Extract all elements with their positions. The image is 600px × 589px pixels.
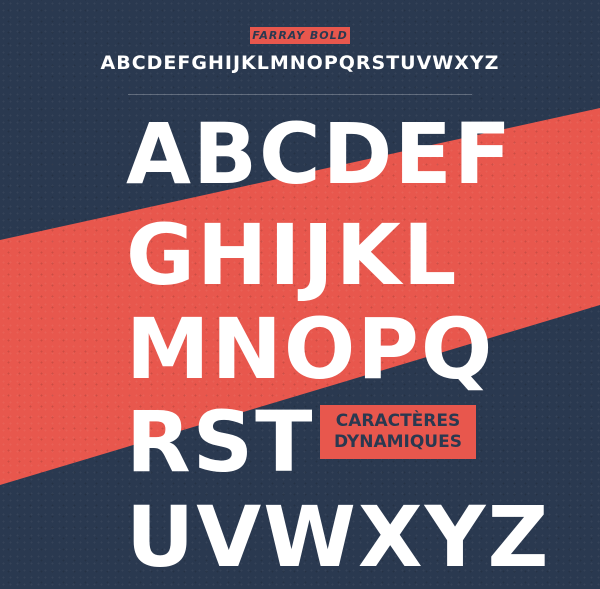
glyph-row-4: RST <box>126 393 315 491</box>
glyph-row-3: MNOPQ <box>126 300 495 398</box>
caption-line-2: DYNAMIQUES <box>334 432 462 452</box>
glyph-row-2: GHIJKL <box>126 206 459 304</box>
caption-line-1: CARACTÈRES <box>335 411 461 431</box>
caption-badge: CARACTÈRES DYNAMIQUES <box>320 405 476 459</box>
font-specimen-poster: FARRAY BOLD ABCDEFGHIJKLMNOPQRSTUVWXYZ A… <box>0 0 600 589</box>
divider-rule <box>128 94 472 95</box>
font-name-tag: FARRAY BOLD <box>250 27 350 44</box>
glyph-row-5: UVWXYZ <box>126 488 551 586</box>
alphabet-line: ABCDEFGHIJKLMNOPQRSTUVWXYZ <box>100 52 500 74</box>
glyph-row-1: ABCDEF <box>126 105 514 203</box>
